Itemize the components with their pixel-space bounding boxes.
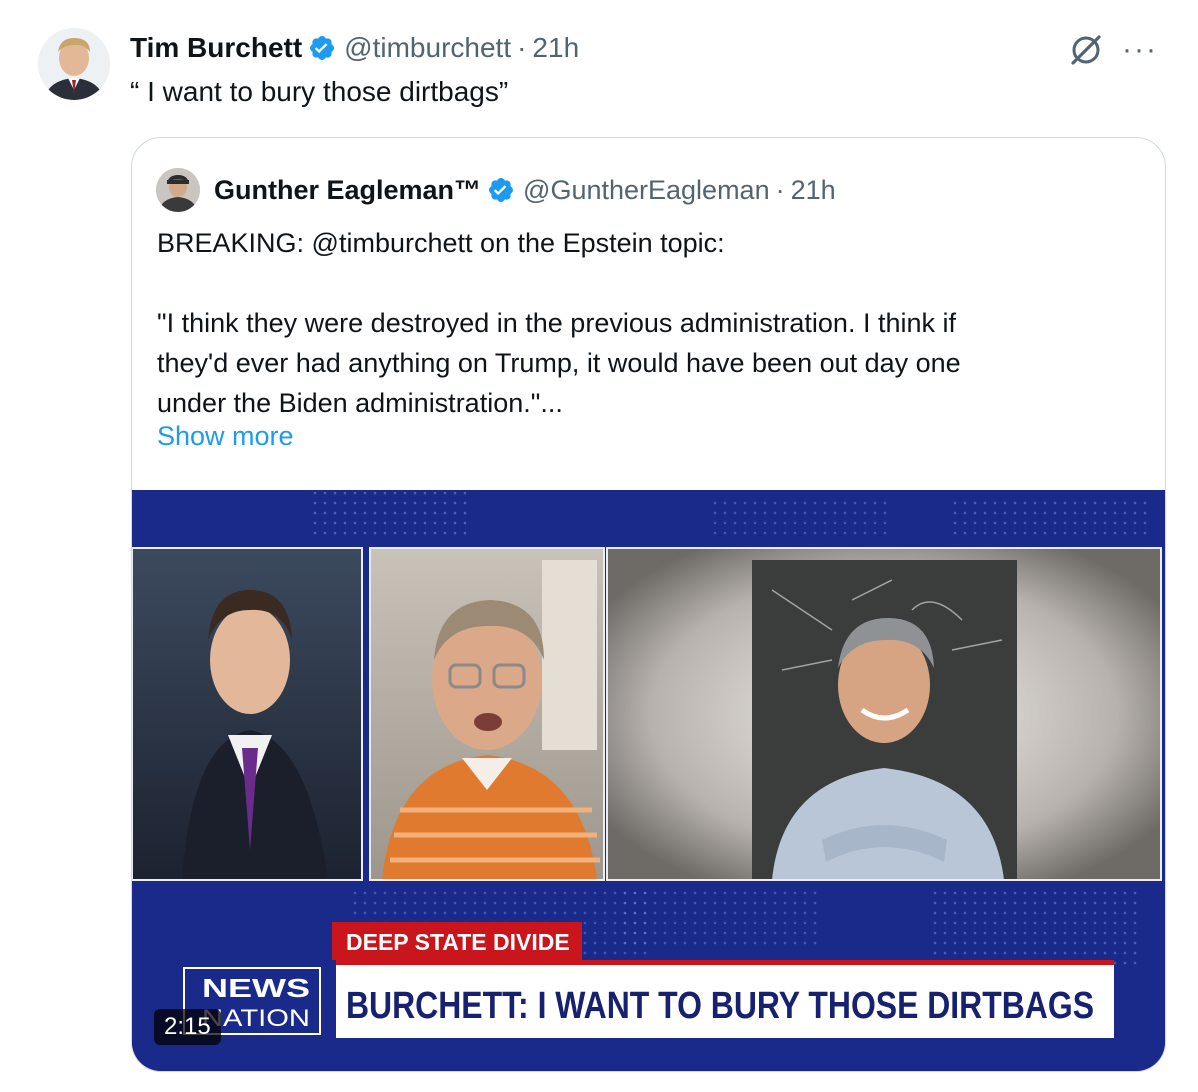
tweet-header: Tim Burchett @timburchett · 21h <box>130 30 579 66</box>
video-frame: DEEP STATE DIVIDE BURCHETT: I WANT TO BU… <box>132 490 1165 1071</box>
tweet-text: “ I want to bury those dirtbags” <box>130 76 509 107</box>
quoted-text-line: BREAKING: @timburchett on the Epstein to… <box>157 228 725 258</box>
logo-news: NEWS <box>202 973 310 1003</box>
lower-third-tag: DEEP STATE DIVIDE <box>346 929 570 955</box>
quoted-tweet-text: BREAKING: @timburchett on the Epstein to… <box>157 223 1147 423</box>
author-handle[interactable]: @timburchett <box>344 32 511 64</box>
show-more-link[interactable]: Show more <box>157 421 294 452</box>
video-player[interactable]: DEEP STATE DIVIDE BURCHETT: I WANT TO BU… <box>132 490 1165 1071</box>
tweet[interactable]: Tim Burchett @timburchett · 21h ··· “ I … <box>0 0 1198 1092</box>
quoted-text-line <box>157 263 1147 303</box>
quoted-text-line: under the Biden administration."... <box>157 388 563 418</box>
separator-dot: · <box>775 174 785 205</box>
more-icon[interactable]: ··· <box>1122 35 1158 65</box>
quoted-text-line: they'd ever had anything on Trump, it wo… <box>157 348 961 378</box>
grok-icon[interactable] <box>1066 30 1106 70</box>
author-avatar[interactable] <box>38 28 110 100</box>
tweet-actions-top: ··· <box>1066 30 1158 70</box>
timestamp[interactable]: 21h <box>532 32 579 64</box>
quoted-tweet-card[interactable]: Gunther Eagleman™ @GuntherEagleman · 21h… <box>131 137 1166 1072</box>
separator-dot: · <box>517 32 527 63</box>
verified-badge-icon <box>487 176 515 204</box>
quoted-author-avatar[interactable] <box>156 168 200 212</box>
quoted-author-handle[interactable]: @GuntherEagleman <box>523 175 770 206</box>
video-duration: 2:15 <box>154 1009 221 1045</box>
quoted-text-line: "I think they were destroyed in the prev… <box>157 308 956 338</box>
quoted-author-name[interactable]: Gunther Eagleman™ <box>214 175 481 206</box>
verified-badge-icon <box>308 34 336 62</box>
quoted-tweet-header: Gunther Eagleman™ @GuntherEagleman · 21h <box>214 170 836 210</box>
quoted-timestamp[interactable]: 21h <box>791 175 836 206</box>
author-name[interactable]: Tim Burchett <box>130 32 302 64</box>
headline: BURCHETT: I WANT TO BURY THOSE DIRTBAGS <box>346 985 1094 1027</box>
